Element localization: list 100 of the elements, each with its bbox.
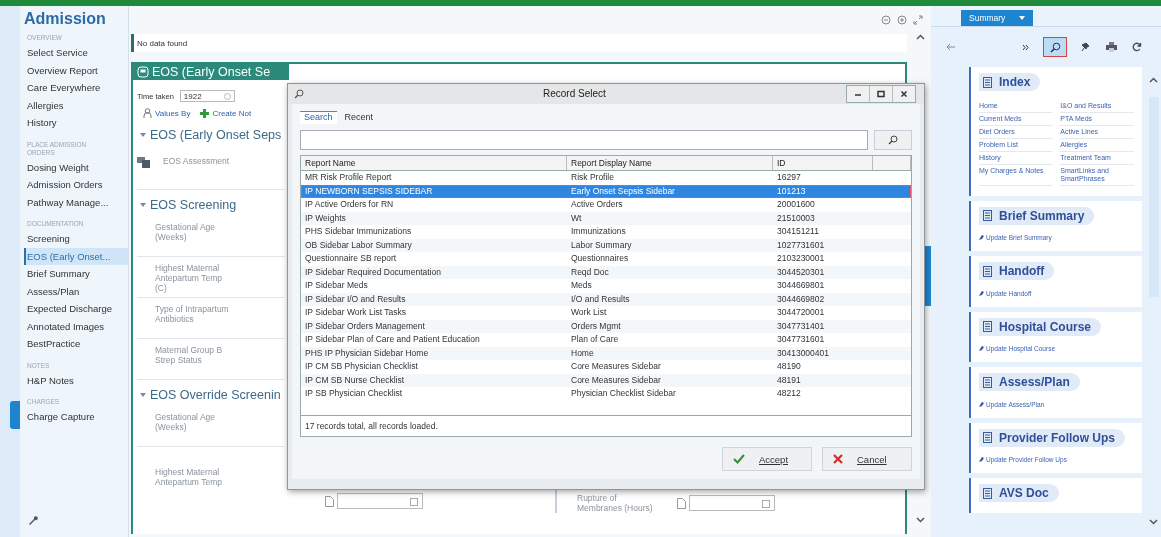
panel-toggle-handle[interactable] [10,401,20,429]
wrench-icon[interactable] [28,515,38,525]
document-icon[interactable] [677,497,686,509]
table-row[interactable]: IP Sidebar Plan of Care and Patient Education Plan of Care 3047731601 [301,333,911,347]
nav-item[interactable]: Expected Discharge [24,300,128,318]
card-title: AVS Doc [999,486,1049,500]
card-title: Handoff [999,264,1045,278]
app-title: Admission [24,10,106,28]
table-cell-text: 1027731601 [776,238,826,252]
nav-item[interactable]: Brief Summary [24,265,128,283]
dialog-title: Record Select [543,88,606,99]
nav-item[interactable]: Admission Orders [24,176,128,194]
dropdown-caret-icon [1019,16,1026,20]
dialog-tab[interactable]: Recent [340,112,378,124]
accept-button[interactable]: Accept [722,447,812,471]
table-row[interactable]: IP Sidebar I/O and Results I/O and Results 3044669802 [301,292,911,306]
table-cell-text: Meds [570,279,593,292]
table-cell-text: OB Sidebar Labor Summary [304,238,413,252]
nav-item[interactable]: Pathway Manage... [24,193,128,211]
card-title: Brief Summary [999,208,1085,223]
table-cell-text: IP SB Physician Checklist [304,387,404,400]
table-row[interactable]: IP CM SB Nurse Checklist Core Measures Sidebar 48191 [301,373,911,387]
table-cell-text: Core Measures Sidebar [570,373,662,387]
search-field[interactable] [300,130,868,150]
collapse-caret-icon[interactable] [139,131,147,139]
table-row[interactable]: IP Active Orders for RN Active Orders 20001600 [301,198,911,212]
table-row[interactable]: OB Sidebar Labor Summary Labor Summary 1027731601 [301,238,911,252]
nav-item[interactable]: H&P Notes [24,371,128,389]
pencil-icon [979,235,984,240]
table-cell-text: Physician Checklist Sidebar [570,387,677,400]
table-row[interactable]: IP CM SB Physician Checklist Core Measures Sidebar 48190 [301,360,911,374]
checkmark-icon [733,454,745,464]
action-link[interactable]: Create Not [212,108,252,118]
table-row[interactable]: IP Sidebar Required Documentation Reqd Doc 3044520301 [301,265,911,279]
dialog-tab[interactable]: Search [300,111,337,124]
nav-item[interactable]: EOS (Early Onset... [24,247,128,265]
search-button[interactable] [874,130,912,150]
nav-item[interactable]: Dosing Weight [24,158,128,176]
zoom-out-icon[interactable] [881,15,891,25]
table-row[interactable]: IP Sidebar Work List Tasks Work List 3044720001 [301,306,911,320]
table-cell-text: PHS IP Physician Sidebar Home [304,346,430,360]
table-row[interactable]: IP Weights Wt 21510003 [301,211,911,225]
table-cell-text: 3044669802 [776,292,826,306]
toolbar-button[interactable] [1043,37,1067,57]
table-row[interactable]: IP Sidebar Orders Management Orders Mgmt 3047731401 [301,319,911,333]
collapse-caret-icon[interactable] [139,391,147,399]
summary-tab[interactable]: Summary [961,10,1034,26]
nav-item[interactable]: Select Service [24,44,128,62]
document-icon[interactable] [325,495,334,507]
row-label: Type of Intrapartum Antibiotics [155,304,230,324]
time-field[interactable]: 1922 [179,90,235,102]
table-cell-text: 3044669801 [776,279,826,292]
table-cell-text: MR Risk Profile Report [304,171,393,184]
calendar-icon[interactable] [762,498,770,508]
nav-item[interactable]: Annotated Images [24,317,128,335]
table-row[interactable]: IP SB Physician Checklist Physician Checklist Sidebar 48212 [301,387,911,401]
table-row[interactable]: PHS Sidebar Immunizations Immunizations 304151211 [301,225,911,239]
column-header[interactable]: ID [773,156,873,170]
scroll-down-icon[interactable] [1149,519,1159,525]
nav-item[interactable]: Overview Report [24,61,128,79]
nav-item[interactable]: BestPractice [24,335,128,353]
close-button[interactable] [892,86,915,102]
table-cell-text: 3047731401 [776,319,826,333]
nav-item[interactable]: Screening [24,230,128,248]
table-cell-text: IP NEWBORN SEPSIS SIDEBAR [304,184,434,198]
table-row[interactable]: MR Risk Profile Report Risk Profile 16297 [301,171,911,185]
nav-item[interactable]: Care Everywhere [24,79,128,97]
table-cell-text: Core Measures Sidebar [570,360,662,373]
back-arrow-icon [946,43,956,51]
section-title: EOS (Early Onset Seps [150,128,282,142]
nav-item[interactable]: Assess/Plan [24,282,128,300]
scroll-down-icon[interactable] [915,517,925,523]
table-cell-text: 21510003 [776,211,816,225]
table-cell-text: IP Weights [304,211,347,225]
nav-item[interactable]: Allergies [24,96,128,114]
scroll-up-icon[interactable] [1149,77,1159,83]
table-cell-text: Early Onset Sepsis Sidebar [570,184,676,198]
minimize-button[interactable] [847,86,869,102]
collapse-caret-icon[interactable] [139,201,147,209]
expand-icon[interactable] [913,15,923,25]
action-link[interactable]: Values By [155,108,191,118]
date-field[interactable] [337,493,423,509]
column-header[interactable]: Report Name [301,156,567,170]
table-row[interactable]: Questionnaire SB report Questionnaires 2103230001 [301,252,911,266]
date-field[interactable] [689,495,775,511]
zoom-in-icon[interactable] [897,15,907,25]
nav-item[interactable]: Charge Capture [24,408,128,426]
row-label: Gestational Age (Weeks) [155,412,216,432]
card-title: Assess/Plan [999,375,1070,389]
cancel-button[interactable]: Cancel [822,447,912,471]
table-row[interactable]: IP Sidebar Meds Meds 3044669801 [301,279,911,293]
double-chevron-icon [1021,43,1029,51]
nav-item[interactable]: History [24,114,128,132]
maximize-button[interactable] [869,86,892,102]
calendar-icon[interactable] [410,496,418,506]
note-icon [983,432,993,443]
table-row[interactable]: PHS IP Physician Sidebar Home Home 30413000401 [301,346,911,360]
scroll-up-icon[interactable] [915,34,925,40]
selected-table-row[interactable]: IP NEWBORN SEPSIS SIDEBAR Early Onset Sepsis Sidebar 101213 [301,184,911,198]
column-header[interactable]: Report Display Name [567,156,773,170]
